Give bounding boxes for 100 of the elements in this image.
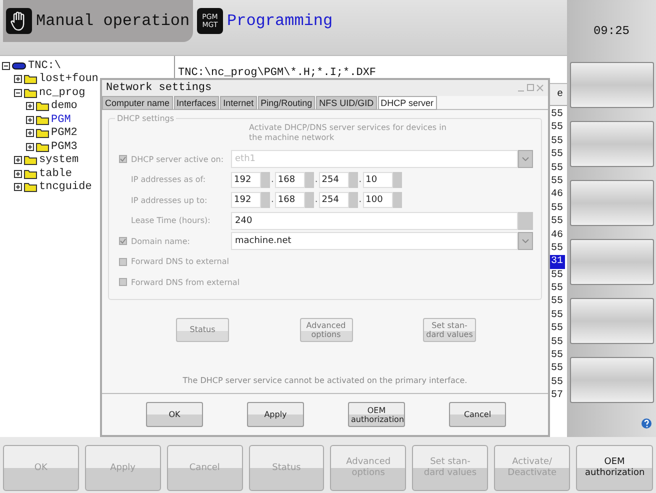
tree-item[interactable]: tncguide (39, 181, 92, 194)
table-cell-text: 55 (550, 349, 564, 362)
expand-icon[interactable] (26, 129, 34, 138)
table-cell-text: 55 (550, 242, 564, 256)
separator-dot: . (358, 174, 363, 187)
table-cell: 31 (549, 255, 565, 269)
dropdown-chevron-icon (522, 239, 529, 244)
tree-item[interactable]: PGM3 (51, 140, 78, 153)
separator-dot: . (270, 174, 275, 187)
tab[interactable]: Internet (220, 96, 257, 110)
tree-item[interactable]: demo (51, 100, 78, 112)
side-softkey[interactable] (570, 357, 654, 403)
collapse-icon[interactable] (14, 88, 22, 97)
dropdown-button[interactable] (518, 150, 533, 168)
hint-text: Activate DHCP/DNS server services for devices in the machine network (249, 123, 448, 143)
window-controls-icon[interactable] (518, 84, 544, 92)
side-softkey[interactable] (570, 298, 654, 344)
ip-octet-field[interactable]: 192 (231, 192, 261, 208)
dropdown-field[interactable]: machine.net (231, 232, 518, 250)
spin-button[interactable] (518, 212, 533, 230)
expand-icon[interactable] (26, 116, 34, 124)
table-cell-text: 55 (550, 322, 564, 336)
tab[interactable]: DHCP server (378, 96, 437, 110)
table-cell-text: 55 (550, 362, 564, 376)
lease-time-field[interactable]: 240 (231, 212, 518, 230)
ip-octet-field[interactable]: 192 (231, 172, 261, 188)
field-label: Domain name: (131, 236, 190, 246)
side-softkey[interactable] (570, 121, 654, 167)
table-cell-text: 55 (550, 108, 564, 122)
spin-button[interactable] (348, 172, 358, 188)
dialog-button[interactable]: OK (146, 402, 203, 427)
field-label: IP addresses up to: (131, 196, 208, 205)
folder-icon (24, 155, 37, 166)
table-cell-text: 57 (550, 389, 564, 403)
mode-title: Manual operation (36, 12, 190, 30)
table-cell-text: 55 (550, 282, 564, 296)
spin-button[interactable] (261, 192, 270, 208)
tab[interactable]: Ping/Routing (258, 96, 316, 110)
expand-icon[interactable] (26, 102, 34, 110)
folder-icon (24, 182, 37, 192)
spin-button[interactable] (392, 172, 402, 188)
tree-item[interactable]: PGM2 (51, 127, 78, 140)
path-text: TNC:\nc_prog\PGM\*.H;*.I;*.DXF (178, 67, 376, 79)
tree-item[interactable]: table (39, 168, 72, 180)
field-label: IP addresses as of: (131, 175, 206, 184)
checkbox[interactable] (119, 258, 127, 266)
separator-dot: . (314, 174, 319, 187)
tab[interactable]: NFS UID/GID (316, 96, 377, 110)
dialog-button[interactable]: Apply (247, 402, 304, 427)
spin-button[interactable] (304, 172, 314, 188)
softkey[interactable]: OEM authorization (576, 445, 654, 491)
dialog-button[interactable]: Cancel (449, 402, 506, 427)
tab[interactable]: Interfaces (174, 96, 220, 110)
side-softkey[interactable] (570, 180, 654, 226)
ip-octet-field[interactable]: 254 (318, 192, 349, 208)
tree-item[interactable]: TNC:\ (28, 60, 62, 72)
table-cell-text: 55 (550, 268, 564, 282)
dialog-button[interactable]: OEM authorization (348, 402, 405, 427)
table-cell-text: 55 (550, 202, 564, 216)
dropdown-chevron-icon (522, 157, 529, 162)
table-cell-text: 55 (550, 308, 564, 322)
group-title: DHCP settings (116, 114, 176, 123)
table-cell-text: 46 (550, 228, 564, 242)
checkbox[interactable] (119, 237, 127, 246)
expand-icon[interactable] (14, 75, 22, 84)
folder-icon (36, 101, 49, 112)
help-icon[interactable] (641, 418, 652, 429)
tab[interactable]: Computer name (102, 96, 173, 110)
drive-icon (12, 62, 26, 70)
table-cell-text: 46 (550, 188, 564, 202)
ip-octet-field[interactable]: 100 (362, 192, 393, 208)
table-cell-text: 55 (550, 162, 564, 175)
ip-octet-field[interactable]: 254 (318, 172, 349, 188)
table-cell-text: 55 (550, 295, 564, 309)
folder-icon (24, 168, 37, 179)
app-title: Programming (227, 12, 333, 30)
tree-item[interactable]: nc_prog (39, 86, 86, 99)
folder-icon (36, 128, 49, 138)
folder-icon (36, 142, 49, 152)
collapse-icon[interactable] (2, 62, 10, 70)
tree-item[interactable]: system (39, 154, 79, 166)
side-softkey[interactable] (570, 62, 654, 108)
ip-octet-field[interactable]: 10 (362, 172, 393, 188)
expand-icon[interactable] (14, 183, 22, 192)
expand-icon[interactable] (14, 170, 22, 178)
tree-item[interactable]: lost+foun (39, 73, 98, 86)
spin-button[interactable] (261, 172, 270, 188)
separator-dot: . (314, 194, 319, 208)
dropdown-button[interactable] (518, 232, 533, 250)
expand-icon[interactable] (26, 142, 34, 151)
ip-octet-field[interactable]: 168 (274, 192, 305, 208)
table-cell-text: 55 (550, 121, 564, 135)
table-cell-text: 55 (550, 134, 564, 148)
expand-icon[interactable] (14, 156, 22, 164)
tree-item[interactable]: PGM (51, 114, 71, 126)
side-softkey[interactable] (570, 239, 654, 285)
checkbox[interactable] (119, 278, 127, 286)
table-cell-text: 55 (550, 376, 564, 390)
separator-dot: . (270, 194, 275, 208)
ip-octet-field[interactable]: 168 (274, 172, 305, 188)
